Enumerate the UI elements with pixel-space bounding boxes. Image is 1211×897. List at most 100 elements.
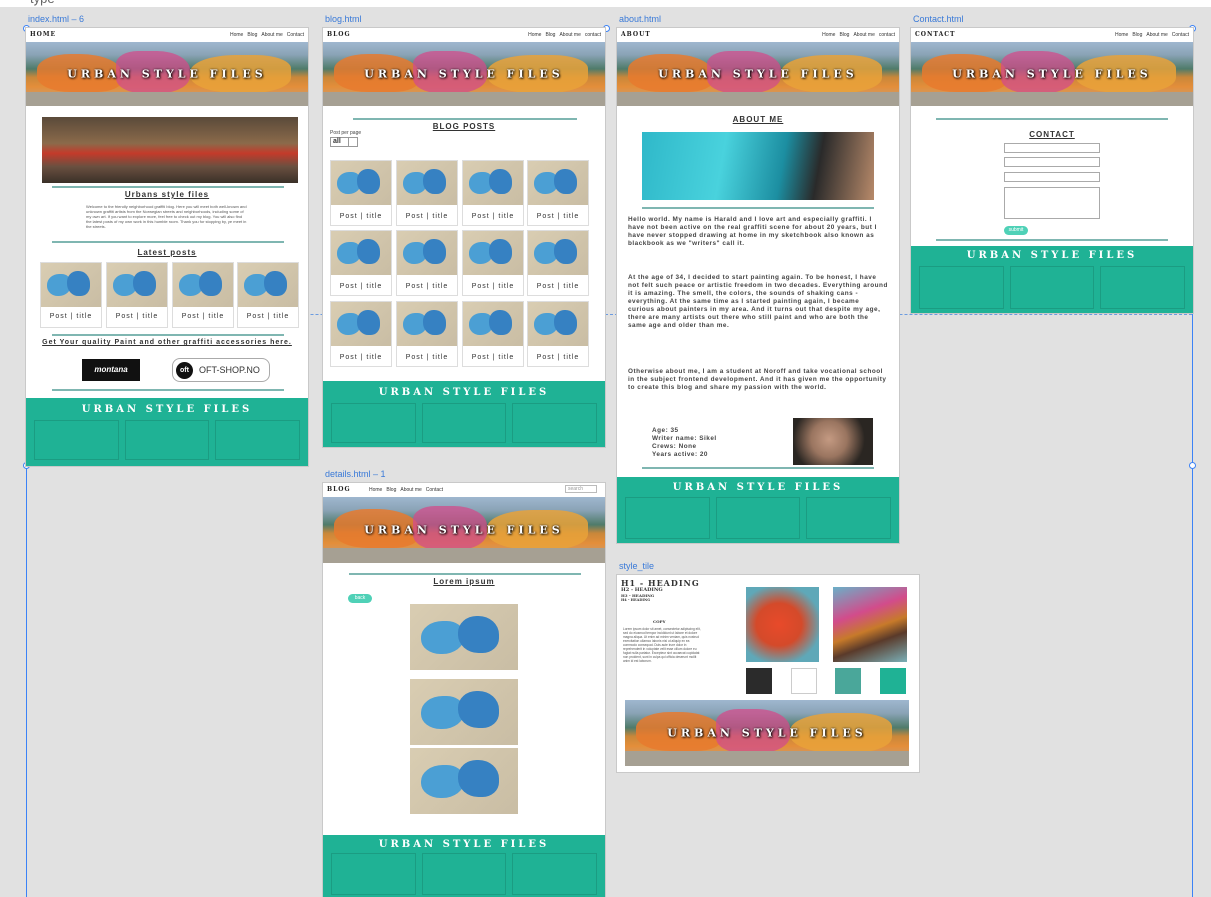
select-value: all (333, 138, 341, 145)
submit-button[interactable]: submit (1004, 226, 1028, 235)
nav-home[interactable]: Home (230, 32, 243, 38)
top-crop-strip: type (0, 0, 1211, 7)
email-field[interactable] (1004, 157, 1100, 167)
divider (642, 207, 874, 209)
contact-heading: CONTACT (1029, 130, 1075, 139)
page-label: ABOUT (621, 31, 651, 38)
navbar: CONTACT Home Blog About me Contact (911, 28, 1193, 43)
post-card[interactable]: Post | title (527, 160, 589, 226)
post-caption: Post | title (49, 313, 93, 320)
nav-links: Home Blog About me Contact (1115, 32, 1189, 38)
nav-contact[interactable]: Contact (426, 487, 443, 493)
copy-sample: Lorem ipsum dolor sit amet, consectetur … (623, 627, 701, 663)
hero-banner: URBAN STYLE FILES (26, 42, 308, 106)
hero-title: URBAN STYLE FILES (67, 67, 267, 81)
nav-links: Home Blog About me contact (528, 32, 601, 38)
nav-about[interactable]: About me (1146, 32, 1167, 38)
post-card[interactable]: Post | title (396, 230, 458, 296)
nav-about[interactable]: About me (400, 487, 421, 493)
artboard-index[interactable]: HOME Home Blog About me Contact URBAN ST… (26, 28, 308, 466)
footer: URBAN STYLE FILES (323, 835, 605, 897)
nav-blog[interactable]: Blog (247, 32, 257, 38)
back-button[interactable]: back (348, 594, 372, 603)
nav-blog[interactable]: Blog (839, 32, 849, 38)
artboard-label-blog[interactable]: blog.html (325, 14, 362, 24)
post-card[interactable]: Post | title (462, 160, 524, 226)
post-caption: Post | title (339, 213, 383, 220)
h4-sample: H4 - HEADING (621, 598, 651, 602)
page-label: BLOG (327, 486, 351, 493)
post-caption: Post | title (405, 354, 449, 361)
hero-title: URBAN STYLE FILES (364, 523, 564, 537)
hero-banner: URBAN STYLE FILES (911, 42, 1193, 106)
shop-link[interactable]: Get Your quality Paint and other graffit… (26, 339, 308, 346)
post-card[interactable]: Post | title (40, 262, 102, 328)
divider (936, 118, 1168, 120)
nav-links: Home Blog About me Contact (230, 32, 304, 38)
posts-per-page-select[interactable]: all (330, 137, 358, 147)
message-field[interactable] (1004, 187, 1100, 219)
artboard-style-tile[interactable]: H1 - HEADING H2 - HEADING H3 - HEADING H… (617, 575, 919, 772)
writer-name-stat: Writer name: Sikel (652, 435, 717, 442)
nav-home[interactable]: Home (1115, 32, 1128, 38)
post-card[interactable]: Post | title (396, 301, 458, 367)
post-card[interactable]: Post | title (462, 230, 524, 296)
artboard-label-contact[interactable]: Contact.html (913, 14, 964, 24)
divider (52, 186, 284, 188)
subject-field[interactable] (1004, 172, 1100, 182)
nav-contact[interactable]: contact (585, 32, 601, 38)
post-card[interactable]: Post | title (527, 230, 589, 296)
post-card[interactable]: Post | title (396, 160, 458, 226)
selection-handle[interactable] (1189, 462, 1196, 469)
artboard-blog[interactable]: BLOG Home Blog About me contact URBAN ST… (323, 28, 605, 447)
page-label: HOME (30, 31, 57, 38)
nav-about[interactable]: About me (559, 32, 580, 38)
oft-logo[interactable]: oft OFT-SHOP.NO (172, 358, 270, 382)
footer-title: URBAN STYLE FILES (966, 250, 1138, 261)
nav-about[interactable]: About me (853, 32, 874, 38)
artboard-label-index[interactable]: index.html – 6 (28, 14, 84, 24)
nav-blog[interactable]: Blog (545, 32, 555, 38)
hero-title: URBAN STYLE FILES (667, 726, 867, 740)
graffiti-portrait-image (642, 132, 874, 200)
post-caption: Post | title (471, 354, 515, 361)
hero-title: URBAN STYLE FILES (658, 67, 858, 81)
post-card[interactable]: Post | title (172, 262, 234, 328)
nav-contact[interactable]: Contact (287, 32, 304, 38)
search-input[interactable]: search (565, 485, 597, 493)
post-caption: Post | title (471, 283, 515, 290)
post-card[interactable]: Post | title (106, 262, 168, 328)
intro-heading: Urbans style files (124, 190, 210, 199)
nav-links: Home Blog About me Contact (369, 487, 443, 493)
nav-home[interactable]: Home (528, 32, 541, 38)
artboard-details[interactable]: BLOG Home Blog About me Contact search U… (323, 483, 605, 897)
post-card[interactable]: Post | title (527, 301, 589, 367)
nav-contact[interactable]: contact (879, 32, 895, 38)
artboard-about[interactable]: ABOUT Home Blog About me contact URBAN S… (617, 28, 899, 543)
page-label: BLOG (327, 31, 351, 38)
post-card[interactable]: Post | title (330, 230, 392, 296)
nav-blog[interactable]: Blog (386, 487, 396, 493)
post-caption: Post | title (536, 354, 580, 361)
cropped-text: type (30, 0, 55, 6)
divider (642, 467, 874, 469)
artboard-label-style-tile[interactable]: style_tile (619, 561, 654, 571)
navbar: ABOUT Home Blog About me contact (617, 28, 899, 43)
nav-home[interactable]: Home (369, 487, 382, 493)
nav-contact[interactable]: Contact (1172, 32, 1189, 38)
name-field[interactable] (1004, 143, 1100, 153)
post-card[interactable]: Post | title (330, 301, 392, 367)
artboard-label-details[interactable]: details.html – 1 (325, 469, 386, 479)
montana-logo[interactable]: montana (82, 359, 140, 381)
post-card[interactable]: Post | title (237, 262, 299, 328)
nav-about[interactable]: About me (261, 32, 282, 38)
post-card[interactable]: Post | title (330, 160, 392, 226)
swatch-teal-muted (835, 668, 861, 694)
artboard-label-about[interactable]: about.html (619, 14, 661, 24)
post-card[interactable]: Post | title (462, 301, 524, 367)
divider (52, 241, 284, 243)
post-caption: Post | title (405, 213, 449, 220)
nav-blog[interactable]: Blog (1132, 32, 1142, 38)
artboard-contact[interactable]: CONTACT Home Blog About me Contact URBAN… (911, 28, 1193, 313)
nav-home[interactable]: Home (822, 32, 835, 38)
